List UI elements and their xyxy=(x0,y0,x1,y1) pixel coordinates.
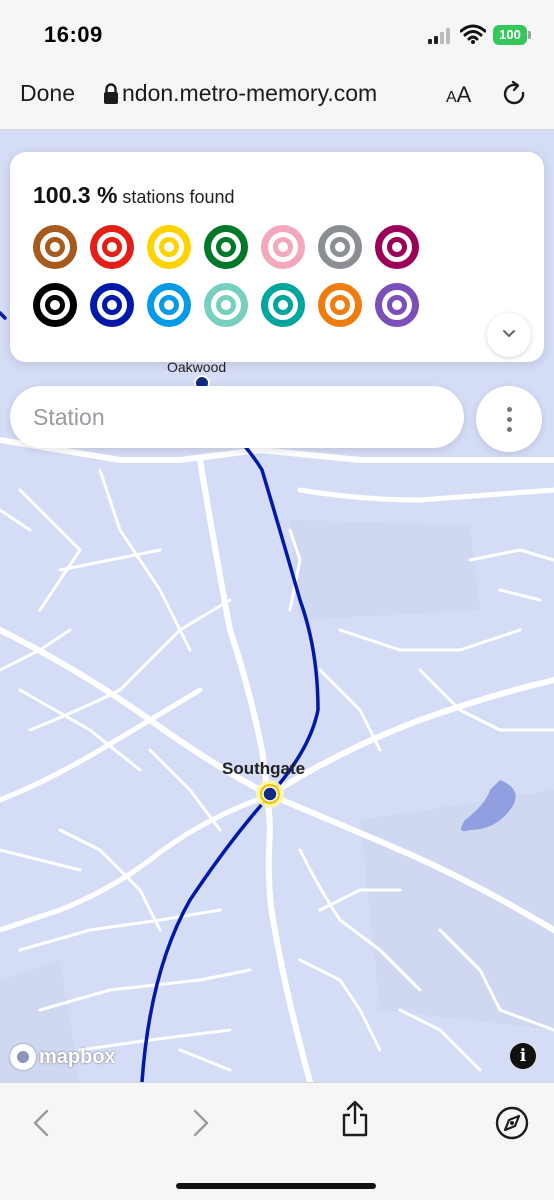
chevron-right-icon[interactable] xyxy=(180,1103,220,1143)
mapbox-logo[interactable]: mapbox xyxy=(10,1043,116,1071)
line-ring-inner xyxy=(387,295,407,315)
text-size-button[interactable]: AA xyxy=(446,82,471,108)
line-ring-inner xyxy=(330,295,350,315)
line-button-waterloo-city[interactable] xyxy=(204,283,248,327)
stats-title: 100.3 % stations found xyxy=(33,182,235,209)
line-button-metropolitan[interactable] xyxy=(375,225,419,269)
line-button-hammersmith-city[interactable] xyxy=(261,225,305,269)
stats-label: stations found xyxy=(122,187,235,207)
line-ring-inner xyxy=(273,295,293,315)
aa-big-label: A xyxy=(456,82,472,107)
line-button-northern[interactable] xyxy=(33,283,77,327)
line-button-overground[interactable] xyxy=(318,283,362,327)
reload-icon[interactable] xyxy=(502,80,528,113)
line-ring-inner xyxy=(159,295,179,315)
line-button-victoria[interactable] xyxy=(147,283,191,327)
line-button-elizabeth[interactable] xyxy=(375,283,419,327)
share-icon[interactable] xyxy=(335,1099,375,1139)
mapbox-icon xyxy=(10,1044,36,1070)
done-button[interactable]: Done xyxy=(20,80,75,107)
line-button-jubilee[interactable] xyxy=(318,225,362,269)
line-button-piccadilly[interactable] xyxy=(90,283,134,327)
home-indicator xyxy=(176,1183,376,1189)
battery-nub xyxy=(528,31,531,39)
line-ring-inner xyxy=(102,237,122,257)
line-ring-inner xyxy=(45,237,65,257)
stats-card: 100.3 % stations found xyxy=(10,152,544,362)
line-button-district[interactable] xyxy=(204,225,248,269)
station-input[interactable] xyxy=(10,386,464,448)
chevron-down-icon xyxy=(503,330,515,337)
battery-icon: 100 xyxy=(493,25,527,45)
stats-percent: 100.3 % xyxy=(33,182,118,208)
expand-button[interactable] xyxy=(487,313,531,357)
compass-icon[interactable] xyxy=(492,1103,532,1143)
line-button-bakerloo[interactable] xyxy=(33,225,77,269)
wifi-icon xyxy=(459,24,487,49)
browser-url-bar: Done ndon.metro-memory.com AA xyxy=(0,66,554,130)
line-ring-inner xyxy=(387,237,407,257)
aa-small-label: A xyxy=(446,89,457,106)
chevron-left-icon[interactable] xyxy=(22,1103,62,1143)
lock-icon xyxy=(103,83,119,110)
line-ring-inner xyxy=(102,295,122,315)
line-ring-inner xyxy=(45,295,65,315)
line-ring-inner xyxy=(330,237,350,257)
line-button-circle[interactable] xyxy=(147,225,191,269)
more-menu-button[interactable] xyxy=(476,386,542,452)
line-ring-inner xyxy=(273,237,293,257)
line-button-elizabeth-teal[interactable] xyxy=(261,283,305,327)
status-time: 16:09 xyxy=(44,22,103,47)
mapbox-text: mapbox xyxy=(39,1045,116,1068)
url-text[interactable]: ndon.metro-memory.com xyxy=(122,80,422,107)
line-ring-inner xyxy=(216,295,236,315)
status-bar: 16:09 100 xyxy=(0,0,554,66)
line-button-central[interactable] xyxy=(90,225,134,269)
line-ring-inner xyxy=(216,237,236,257)
signal-icon xyxy=(428,28,454,44)
line-ring-inner xyxy=(159,237,179,257)
info-button[interactable]: i xyxy=(510,1043,536,1069)
station-label-southgate: Southgate xyxy=(222,759,306,778)
